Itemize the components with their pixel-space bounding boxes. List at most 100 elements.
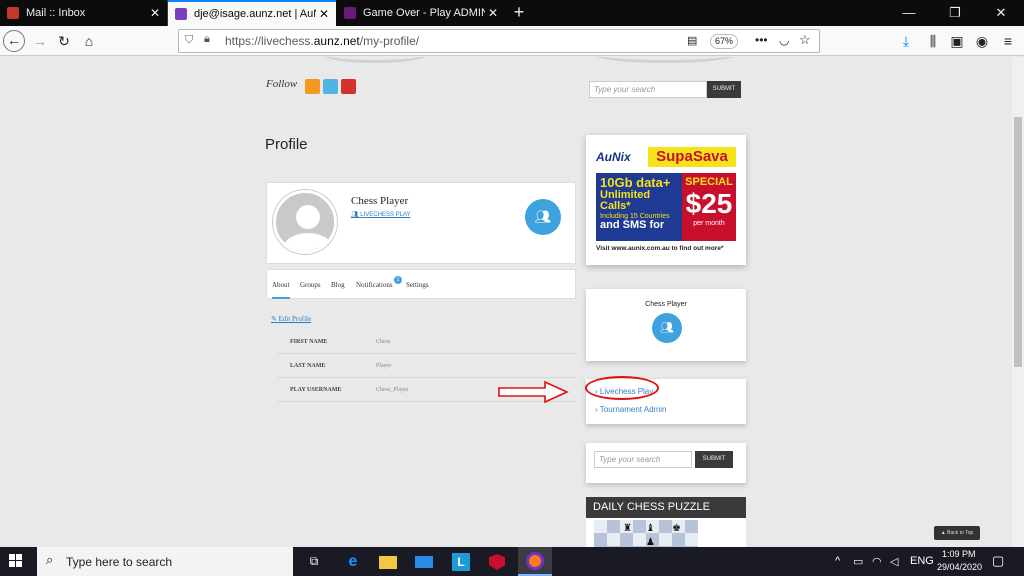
show-hidden-icons[interactable]: ^ xyxy=(835,555,840,567)
ad-brand: AuNix xyxy=(596,150,631,164)
close-tab-icon[interactable]: ✕ xyxy=(485,6,501,20)
sidebar-search-box: Type your search SUBMIT xyxy=(586,443,746,483)
clock-date[interactable]: 29/04/2020 xyxy=(937,562,982,572)
forward-button[interactable]: → xyxy=(29,30,51,52)
decorative-shadow xyxy=(590,57,740,63)
avatar[interactable] xyxy=(273,190,337,254)
sidebar-icon[interactable]: ▣ xyxy=(946,30,968,52)
svg-text:♝: ♝ xyxy=(646,523,655,534)
ad-offer: 10Gb data+ Unlimited Calls* Including 15… xyxy=(596,173,682,241)
chessboard[interactable]: ♜ ♝ ♚ ♟ xyxy=(586,518,746,547)
tab-game[interactable]: Game Over - Play ADMIN Davic ✕ xyxy=(337,0,505,26)
back-to-top-button[interactable]: ▲ Back to Top xyxy=(934,526,980,540)
library-icon[interactable]: ⫼ xyxy=(922,30,944,52)
wifi-icon[interactable]: ◠ xyxy=(872,555,882,568)
shield-icon[interactable]: ⛉ xyxy=(185,34,193,47)
tab-groups[interactable]: Groups xyxy=(300,281,321,289)
field-row: LAST NAME Player xyxy=(278,354,576,378)
tab-mail[interactable]: Mail :: Inbox ✕ xyxy=(0,0,168,26)
tab-about[interactable]: About xyxy=(272,281,290,299)
address-bar[interactable]: ⛉ 🔒︎ https://livechess.aunz.net/my-profi… xyxy=(178,29,820,53)
decorative-shadow xyxy=(320,57,430,63)
minimize-button[interactable]: — xyxy=(886,0,932,26)
account-icon[interactable]: ◉ xyxy=(971,30,993,52)
sidebar-search-input[interactable]: Type your search xyxy=(594,451,692,468)
tab-aunix[interactable]: dje@isage.aunz.net | AuNix Liv ✕ xyxy=(168,0,336,26)
mail-app-icon[interactable] xyxy=(413,551,435,572)
widget-name: Chess Player xyxy=(645,301,687,308)
rss-icon[interactable] xyxy=(305,79,320,94)
reload-button[interactable]: ↻ xyxy=(53,30,75,52)
close-window-button[interactable]: ✕ xyxy=(978,0,1024,26)
new-tab-button[interactable]: + xyxy=(509,2,529,24)
zoom-level[interactable]: 67% xyxy=(710,34,738,49)
page-actions-icon[interactable]: ••• xyxy=(755,33,768,47)
volume-icon[interactable]: ◁ xyxy=(890,555,898,568)
search-icon: ⌕ xyxy=(46,552,54,567)
notifications-icon[interactable]: ▢ xyxy=(992,553,1004,569)
close-tab-icon[interactable]: ✕ xyxy=(147,6,163,20)
twitter-icon[interactable] xyxy=(323,79,338,94)
header-search-input[interactable]: Type your search xyxy=(589,81,707,98)
tab-strip: Mail :: Inbox ✕ dje@isage.aunz.net | AuN… xyxy=(0,0,1024,26)
pocket-icon[interactable]: ◡ xyxy=(779,33,789,47)
group-avatar-icon[interactable]: 👥︎ xyxy=(525,199,561,235)
language-indicator[interactable]: ENG xyxy=(910,555,934,567)
file-explorer-icon[interactable] xyxy=(377,551,399,572)
menu-icon[interactable]: ≡ xyxy=(997,30,1019,52)
battery-icon[interactable]: ▭ xyxy=(853,555,863,568)
tab-settings[interactable]: Settings xyxy=(406,281,429,289)
home-button[interactable]: ⌂ xyxy=(78,30,100,52)
annotation-arrow xyxy=(498,380,569,404)
ad-price: SPECIAL $25 per month xyxy=(682,173,736,241)
svg-text:♜: ♜ xyxy=(623,523,632,534)
mcafee-icon[interactable] xyxy=(486,551,508,572)
sidebar-submit-button[interactable]: SUBMIT xyxy=(695,451,733,468)
group-link[interactable]: 👥︎ LIVECHESS PLAY xyxy=(351,211,411,218)
edge-icon[interactable]: e xyxy=(342,551,364,572)
bookmark-star-icon[interactable]: ☆ xyxy=(799,32,811,48)
notification-badge: 1 xyxy=(394,276,402,284)
windows-taskbar: ⌕ Type here to search ⧉ e L ^ ▭ ◠ ◁ ENG … xyxy=(0,547,1024,576)
advertisement[interactable]: AuNix SupaSava 10Gb data+ Unlimited Call… xyxy=(586,135,746,265)
ad-footer: Visit www.aunix.com.au to find out more* xyxy=(596,245,724,252)
follow-label: Follow xyxy=(266,78,298,90)
navigation-toolbar: ← → ↻ ⌂ ⛉ 🔒︎ https://livechess.aunz.net/… xyxy=(0,26,1024,56)
tab-blog[interactable]: Blog xyxy=(331,281,345,289)
scrollbar-thumb[interactable] xyxy=(1014,117,1022,367)
edit-profile-link[interactable]: ✎ Edit Profile xyxy=(271,315,311,323)
profile-card: Chess Player 👥︎ LIVECHESS PLAY 👥︎ xyxy=(266,182,576,264)
aunix-icon xyxy=(175,8,187,20)
close-tab-icon[interactable]: ✕ xyxy=(316,7,332,21)
puzzle-title: DAILY CHESS PUZZLE xyxy=(586,497,746,518)
url-text[interactable]: https://livechess.aunz.net/my-profile/ xyxy=(225,34,419,48)
profile-name: Chess Player xyxy=(351,195,409,207)
task-view-icon[interactable]: ⧉ xyxy=(303,551,325,572)
profile-widget: Chess Player 👥︎ xyxy=(586,289,746,361)
back-button[interactable]: ← xyxy=(3,30,25,52)
daily-puzzle: DAILY CHESS PUZZLE ♜ ♝ ♚ ♟ xyxy=(586,497,746,547)
profile-tabs: About Groups Blog Notifications 1 Settin… xyxy=(266,269,576,299)
page-title: Profile xyxy=(265,136,308,153)
svg-text:♟: ♟ xyxy=(646,537,655,547)
livechess-app-icon[interactable]: L xyxy=(450,551,472,572)
youtube-icon[interactable] xyxy=(341,79,356,94)
downloads-icon[interactable]: ⤓ xyxy=(895,30,917,52)
windows-start-icon[interactable] xyxy=(9,554,23,568)
tab-notifications[interactable]: Notifications xyxy=(356,281,393,289)
group-icon[interactable]: 👥︎ xyxy=(652,313,682,343)
lock-icon[interactable]: 🔒︎ xyxy=(204,33,210,46)
ad-headline: SupaSava xyxy=(648,147,736,167)
mail-icon xyxy=(7,7,19,19)
firefox-taskbar-icon[interactable] xyxy=(518,547,552,576)
page-scrollbar[interactable] xyxy=(1012,57,1024,547)
header-submit-button[interactable]: SUBMIT xyxy=(707,81,741,98)
clock-time[interactable]: 1:09 PM xyxy=(942,549,976,559)
svg-text:♚: ♚ xyxy=(672,523,681,534)
field-row: FIRST NAME Chess xyxy=(278,330,576,354)
link-tournament-admin[interactable]: › Tournament Admin xyxy=(595,405,666,414)
restore-button[interactable]: ❐ xyxy=(932,0,978,26)
game-icon xyxy=(344,7,356,19)
reader-view-icon[interactable]: ▤ xyxy=(687,34,697,47)
taskbar-search[interactable]: ⌕ Type here to search xyxy=(37,547,293,576)
